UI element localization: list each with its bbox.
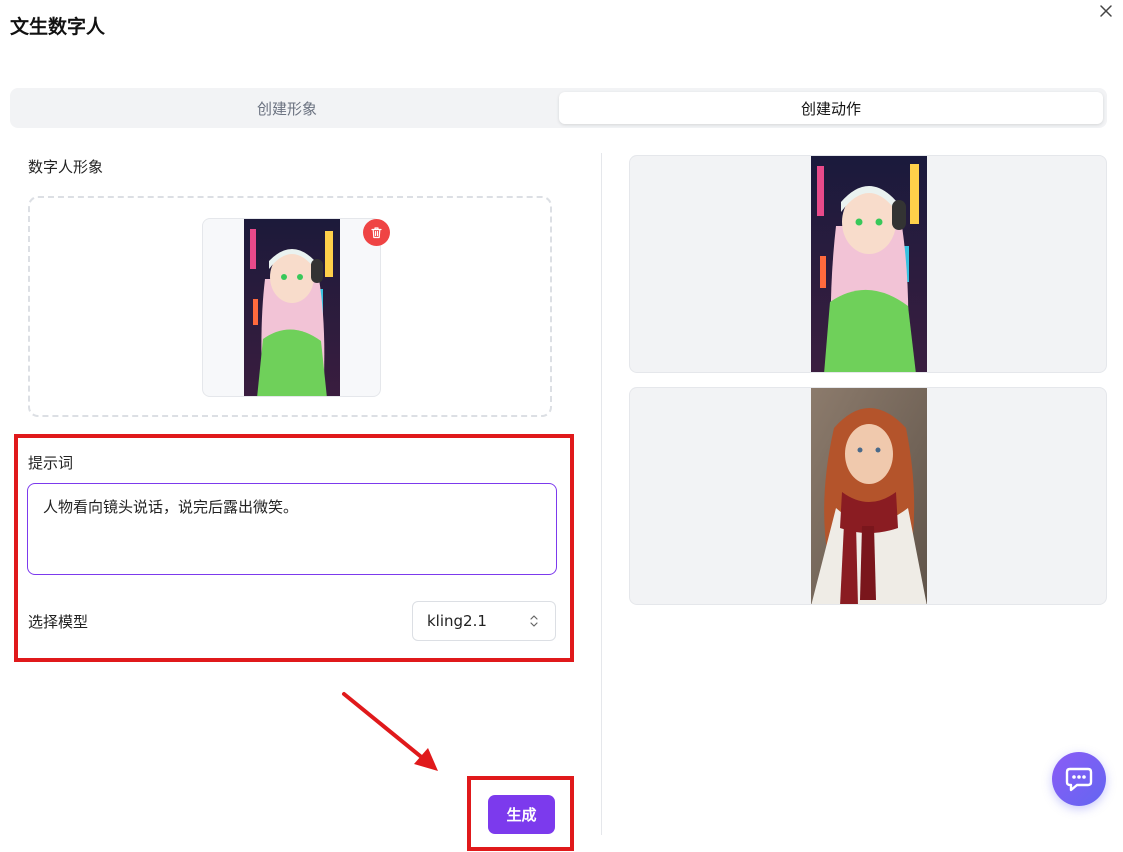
result-card-2[interactable] [629, 387, 1107, 605]
model-label: 选择模型 [28, 613, 89, 631]
tab-create-avatar[interactable]: 创建形象 [14, 92, 560, 124]
chat-support-button[interactable] [1052, 752, 1106, 806]
avatar-thumbnail [202, 218, 381, 397]
tab-bar: 创建形象 创建动作 [10, 88, 1107, 128]
dialog-title: 文生数字人 [10, 16, 106, 38]
model-select[interactable]: kling2.1 [412, 601, 556, 641]
generate-button[interactable]: 生成 [488, 795, 555, 834]
avatar-section-label: 数字人形象 [28, 158, 104, 176]
close-icon [1100, 5, 1112, 17]
panel-divider [601, 153, 602, 835]
prompt-input[interactable]: 人物看向镜头说话，说完后露出微笑。 [27, 483, 557, 575]
prompt-label: 提示词 [28, 454, 74, 472]
annotation-arrow [342, 692, 438, 771]
avatar-image [244, 219, 340, 396]
trash-icon [371, 227, 382, 239]
result-card-1[interactable] [629, 155, 1107, 373]
model-select-value: kling2.1 [427, 612, 487, 630]
delete-avatar-button[interactable] [363, 219, 390, 246]
tab-create-action[interactable]: 创建动作 [559, 92, 1103, 124]
close-button[interactable] [1097, 2, 1115, 20]
result-image-portrait [811, 388, 927, 604]
result-image-anime [811, 156, 927, 372]
chat-icon [1065, 767, 1093, 792]
chevron-up-down-icon [530, 615, 538, 627]
